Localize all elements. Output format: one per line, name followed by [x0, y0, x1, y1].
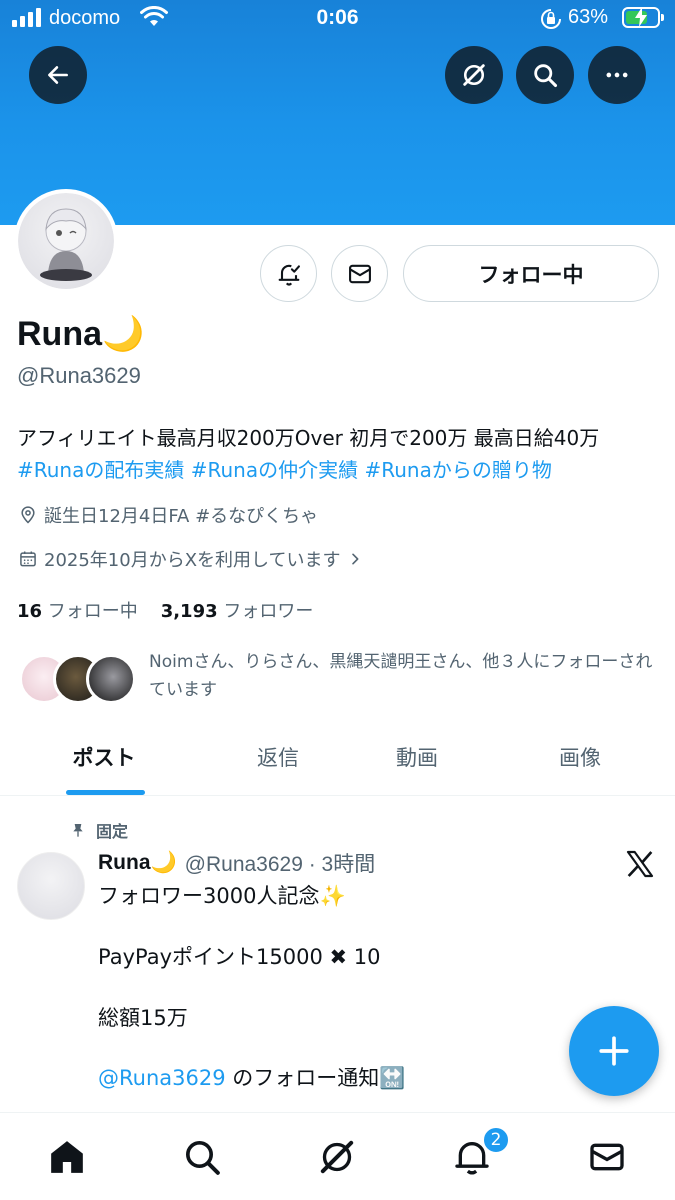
post-text-line: フォロワー3000人記念✨ — [98, 884, 346, 908]
battery-icon — [622, 7, 664, 28]
location-text: 誕生日12月4日FA #るなぴくちゃ — [44, 506, 319, 527]
calendar-icon — [20, 551, 36, 567]
nav-home[interactable] — [45, 1135, 89, 1179]
bio-hashtag[interactable]: #Runaからの贈り物 — [364, 458, 551, 482]
profile-tabs: ポスト 返信 動画 画像 — [0, 722, 675, 796]
followers-label: フォロワー — [223, 601, 314, 622]
followers-link[interactable]: 3,193 フォロワー — [161, 601, 314, 622]
post-text-line: PayPayポイント15000 ✖ 10 — [98, 945, 381, 969]
search-button[interactable] — [516, 46, 574, 104]
notification-badge: 2 — [482, 1126, 510, 1154]
profile-bio: アフィリエイト最高月収200万Over 初月で200万 最高日給40万 #Run… — [17, 422, 657, 486]
post-author-avatar[interactable] — [17, 852, 85, 920]
followed-by-text[interactable]: Noimさん、りらさん、黒縄天譴明王さん、他３人にフォローされています — [149, 648, 659, 704]
profile-location: 誕生日12月4日FA #るなぴくちゃ — [18, 502, 318, 528]
chevron-right-icon — [351, 553, 358, 565]
tab-videos[interactable]: 動画 — [396, 742, 438, 772]
home-icon — [51, 1141, 83, 1173]
followers-count: 3,193 — [160, 601, 218, 622]
back-button[interactable] — [29, 46, 87, 104]
message-button[interactable] — [331, 245, 388, 302]
bottom-navigation — [0, 1112, 675, 1200]
active-tab-indicator — [66, 790, 145, 795]
tab-images[interactable]: 画像 — [559, 742, 601, 772]
pinned-label: 固定 — [96, 822, 129, 841]
pinned-indicator: 固定 — [70, 818, 128, 842]
joined-text: 2025年10月からXを利用しています — [44, 550, 341, 571]
status-bar: docomo 0:06 63% — [0, 0, 675, 38]
location-pin-icon — [21, 506, 35, 524]
more-button[interactable] — [588, 46, 646, 104]
post-text-suffix: のフォロー通知🔛 — [225, 1066, 406, 1090]
mutual-follower-avatar — [86, 654, 136, 704]
following-button[interactable]: フォロー中 — [403, 245, 659, 302]
profile-joined[interactable]: 2025年10月からXを利用しています — [18, 546, 363, 572]
tab-posts[interactable]: ポスト — [73, 742, 136, 772]
following-label: フォロー中 — [47, 601, 138, 622]
pin-icon — [73, 824, 83, 837]
bio-hashtag[interactable]: #Runaの配布実績 — [17, 458, 184, 482]
post-mention[interactable]: @Runa3629 — [98, 1066, 226, 1090]
nav-grok[interactable] — [315, 1135, 359, 1179]
bell-check-icon — [278, 264, 300, 286]
profile-avatar[interactable] — [14, 189, 118, 293]
grok-button[interactable] — [445, 46, 503, 104]
rotation-lock-icon — [541, 9, 561, 29]
profile-name: Runa🌙 — [17, 315, 145, 353]
plus-icon — [599, 1036, 629, 1066]
follow-counts: 16 フォロー中 3,193 フォロワー — [17, 597, 313, 623]
post-meta: @Runa3629 · 3時間 — [184, 853, 376, 876]
battery-percent: 63% — [568, 6, 609, 28]
compose-button[interactable] — [569, 1006, 659, 1096]
post-text-line: @Runa3629 のフォロー通知🔛 — [98, 1062, 405, 1092]
envelope-icon — [348, 264, 371, 283]
post-text-line: 総額15万 — [98, 1006, 188, 1030]
bio-text: アフィリエイト最高月収200万Over 初月で200万 最高日給40万 — [17, 426, 600, 450]
following-link[interactable]: 16 フォロー中 — [17, 601, 138, 622]
envelope-icon — [590, 1143, 624, 1171]
notification-settings-button[interactable] — [260, 245, 317, 302]
bio-hashtag[interactable]: #Runaの仲介実績 — [191, 458, 358, 482]
post-author-name[interactable]: Runa🌙 — [98, 851, 177, 875]
avatar-illustration-icon — [40, 208, 92, 281]
back-arrow-icon — [48, 66, 68, 84]
search-icon — [534, 64, 558, 88]
nav-messages[interactable] — [585, 1135, 629, 1179]
following-count: 16 — [17, 601, 43, 622]
nav-search[interactable] — [180, 1135, 224, 1179]
x-logo-icon — [626, 850, 654, 878]
profile-handle: @Runa3629 — [17, 363, 141, 388]
grok-icon — [320, 1140, 354, 1174]
grok-icon — [463, 64, 485, 86]
more-icon — [606, 72, 628, 78]
post-header: Runa🌙 @Runa3629 · 3時間 — [98, 848, 375, 878]
tab-replies[interactable]: 返信 — [257, 742, 299, 772]
search-icon — [186, 1141, 220, 1175]
